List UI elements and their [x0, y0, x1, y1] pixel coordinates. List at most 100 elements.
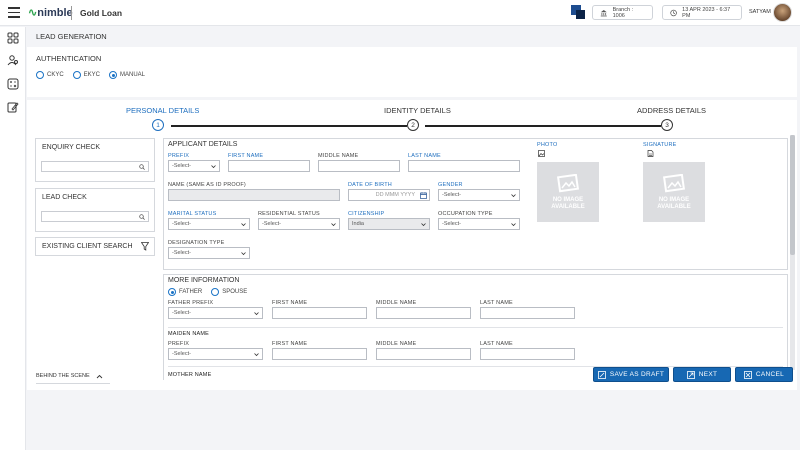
- citizenship-label: CITIZENSHIP: [348, 211, 385, 217]
- brand-icon: [571, 5, 585, 19]
- page-title: LEAD GENERATION: [36, 32, 107, 41]
- calendar-icon[interactable]: [420, 192, 427, 199]
- no-image-text: NO IMAGE: [658, 196, 690, 203]
- lead-check-box: LEAD CHECK: [35, 188, 155, 232]
- designation-type-select[interactable]: -Select-: [168, 247, 250, 259]
- middle-name-label: MIDDLE NAME: [318, 153, 359, 159]
- image-upload-icon[interactable]: [538, 150, 545, 157]
- search-icon[interactable]: [139, 164, 145, 170]
- first-name-input[interactable]: [228, 160, 310, 172]
- filter-icon[interactable]: [141, 242, 149, 251]
- dashboard-icon[interactable]: [7, 32, 19, 44]
- residential-status-select[interactable]: -Select-: [258, 218, 340, 230]
- radio-ekyc[interactable]: EKYC: [72, 71, 100, 79]
- lead-search-input[interactable]: [41, 211, 149, 222]
- chevron-down-icon: [331, 223, 336, 227]
- radio-spouse[interactable]: SPOUSE: [211, 288, 247, 296]
- scrollbar-thumb[interactable]: [790, 135, 795, 255]
- photo-label: PHOTO: [537, 142, 558, 148]
- step-personal-details[interactable]: PERSONAL DETAILS: [126, 106, 199, 115]
- father-middle-name-input[interactable]: [376, 307, 471, 319]
- enquiry-search-input[interactable]: [41, 161, 149, 172]
- avatar[interactable]: [773, 3, 792, 22]
- father-prefix-select[interactable]: -Select-: [168, 307, 263, 319]
- menu-icon[interactable]: [8, 7, 20, 18]
- step-3-circle[interactable]: 3: [661, 119, 673, 131]
- maiden-middle-name-label: MIDDLE NAME: [376, 341, 417, 347]
- search-icon[interactable]: [139, 214, 145, 220]
- radio-ckyc[interactable]: CKYC: [36, 71, 64, 79]
- app-title: Gold Loan: [80, 8, 123, 18]
- photo-placeholder[interactable]: NO IMAGE AVAILABLE: [537, 162, 599, 222]
- chevron-down-icon: [241, 252, 246, 256]
- father-last-name-label: LAST NAME: [480, 300, 513, 306]
- applicant-details-title: APPLICANT DETAILS: [168, 141, 238, 148]
- prefix-select[interactable]: -Select-: [168, 160, 220, 172]
- datetime-text: 13 APR 2023 - 6:37 PM: [682, 6, 731, 19]
- user-name[interactable]: SATYAM: [749, 9, 771, 15]
- father-prefix-label: FATHER PREFIX: [168, 300, 214, 306]
- father-middle-name-label: MIDDLE NAME: [376, 300, 417, 306]
- relation-radio-group: FATHER SPOUSE: [168, 288, 247, 296]
- father-first-name-input[interactable]: [272, 307, 367, 319]
- no-image-text: NO IMAGE: [552, 196, 584, 203]
- last-name-input[interactable]: [408, 160, 520, 172]
- name-as-id-input: [168, 189, 340, 201]
- sidebar: [0, 27, 26, 450]
- signature-placeholder[interactable]: NO IMAGE AVAILABLE: [643, 162, 705, 222]
- enquiry-check-box: ENQUIRY CHECK: [35, 138, 155, 182]
- signature-label: SIGNATURE: [643, 142, 677, 148]
- nimble-logo: ∿nimble: [28, 7, 73, 19]
- chevron-down-icon: [241, 223, 246, 227]
- next-button[interactable]: NEXT: [673, 367, 731, 382]
- top-bar: ∿nimble Gold Loan Branch : 1006 13 APR 2…: [0, 0, 800, 26]
- authentication-label: AUTHENTICATION: [36, 54, 102, 63]
- users-icon[interactable]: [7, 54, 19, 66]
- behind-the-scene-label: BEHIND THE SCENE: [36, 373, 90, 379]
- radio-father[interactable]: FATHER: [168, 288, 202, 296]
- occupation-type-select[interactable]: -Select-: [438, 218, 520, 230]
- maiden-prefix-label: PREFIX: [168, 341, 190, 347]
- edit-document-icon[interactable]: [7, 101, 19, 113]
- close-icon: [744, 370, 752, 379]
- maiden-name-title: MAIDEN NAME: [168, 331, 210, 337]
- chevron-down-icon: [511, 223, 516, 227]
- last-name-label: LAST NAME: [408, 153, 441, 159]
- maiden-prefix-select[interactable]: -Select-: [168, 348, 263, 360]
- middle-name-input[interactable]: [318, 160, 400, 172]
- citizenship-select[interactable]: India: [348, 218, 430, 230]
- maiden-middle-name-input[interactable]: [376, 348, 471, 360]
- cancel-button[interactable]: CANCEL: [735, 367, 793, 382]
- radio-manual[interactable]: MANUAL: [109, 71, 145, 79]
- step-connector: [425, 125, 661, 127]
- image-icon: [662, 173, 686, 192]
- enquiry-check-title: ENQUIRY CHECK: [42, 144, 101, 151]
- father-last-name-input[interactable]: [480, 307, 575, 319]
- chevron-down-icon: [511, 194, 516, 198]
- scrollbar[interactable]: [790, 135, 795, 370]
- save-as-draft-button[interactable]: SAVE AS DRAFT: [593, 367, 669, 382]
- step-2-circle[interactable]: 2: [407, 119, 419, 131]
- maiden-first-name-input[interactable]: [272, 348, 367, 360]
- gender-select[interactable]: -Select-: [438, 189, 520, 201]
- more-information-title: MORE INFORMATION: [168, 277, 240, 284]
- step-identity-details[interactable]: IDENTITY DETAILS: [384, 106, 451, 115]
- branch-text: Branch : 1006: [612, 6, 634, 19]
- existing-client-search-box[interactable]: EXISTING CLIENT SEARCH: [35, 237, 155, 256]
- maiden-last-name-input[interactable]: [480, 348, 575, 360]
- existing-client-search-title: EXISTING CLIENT SEARCH: [42, 243, 133, 250]
- calculator-icon[interactable]: [7, 78, 19, 90]
- prefix-label: PREFIX: [168, 153, 190, 159]
- chevron-up-icon[interactable]: [96, 374, 103, 379]
- residential-status-label: RESIDENTIAL STATUS: [258, 211, 320, 217]
- name-as-id-label: NAME (SAME AS ID PROOF): [168, 182, 246, 188]
- divider: [168, 327, 783, 328]
- auth-radio-group: CKYC EKYC MANUAL: [36, 71, 145, 79]
- document-upload-icon[interactable]: [647, 150, 654, 157]
- behind-the-scene-toggle[interactable]: BEHIND THE SCENE: [36, 373, 103, 379]
- step-address-details[interactable]: ADDRESS DETAILS: [637, 106, 706, 115]
- marital-status-select[interactable]: -Select-: [168, 218, 250, 230]
- arrow-right-icon: [686, 370, 695, 379]
- step-1-circle[interactable]: 1: [152, 119, 164, 131]
- dob-input[interactable]: DD MMM YYYY: [348, 189, 430, 201]
